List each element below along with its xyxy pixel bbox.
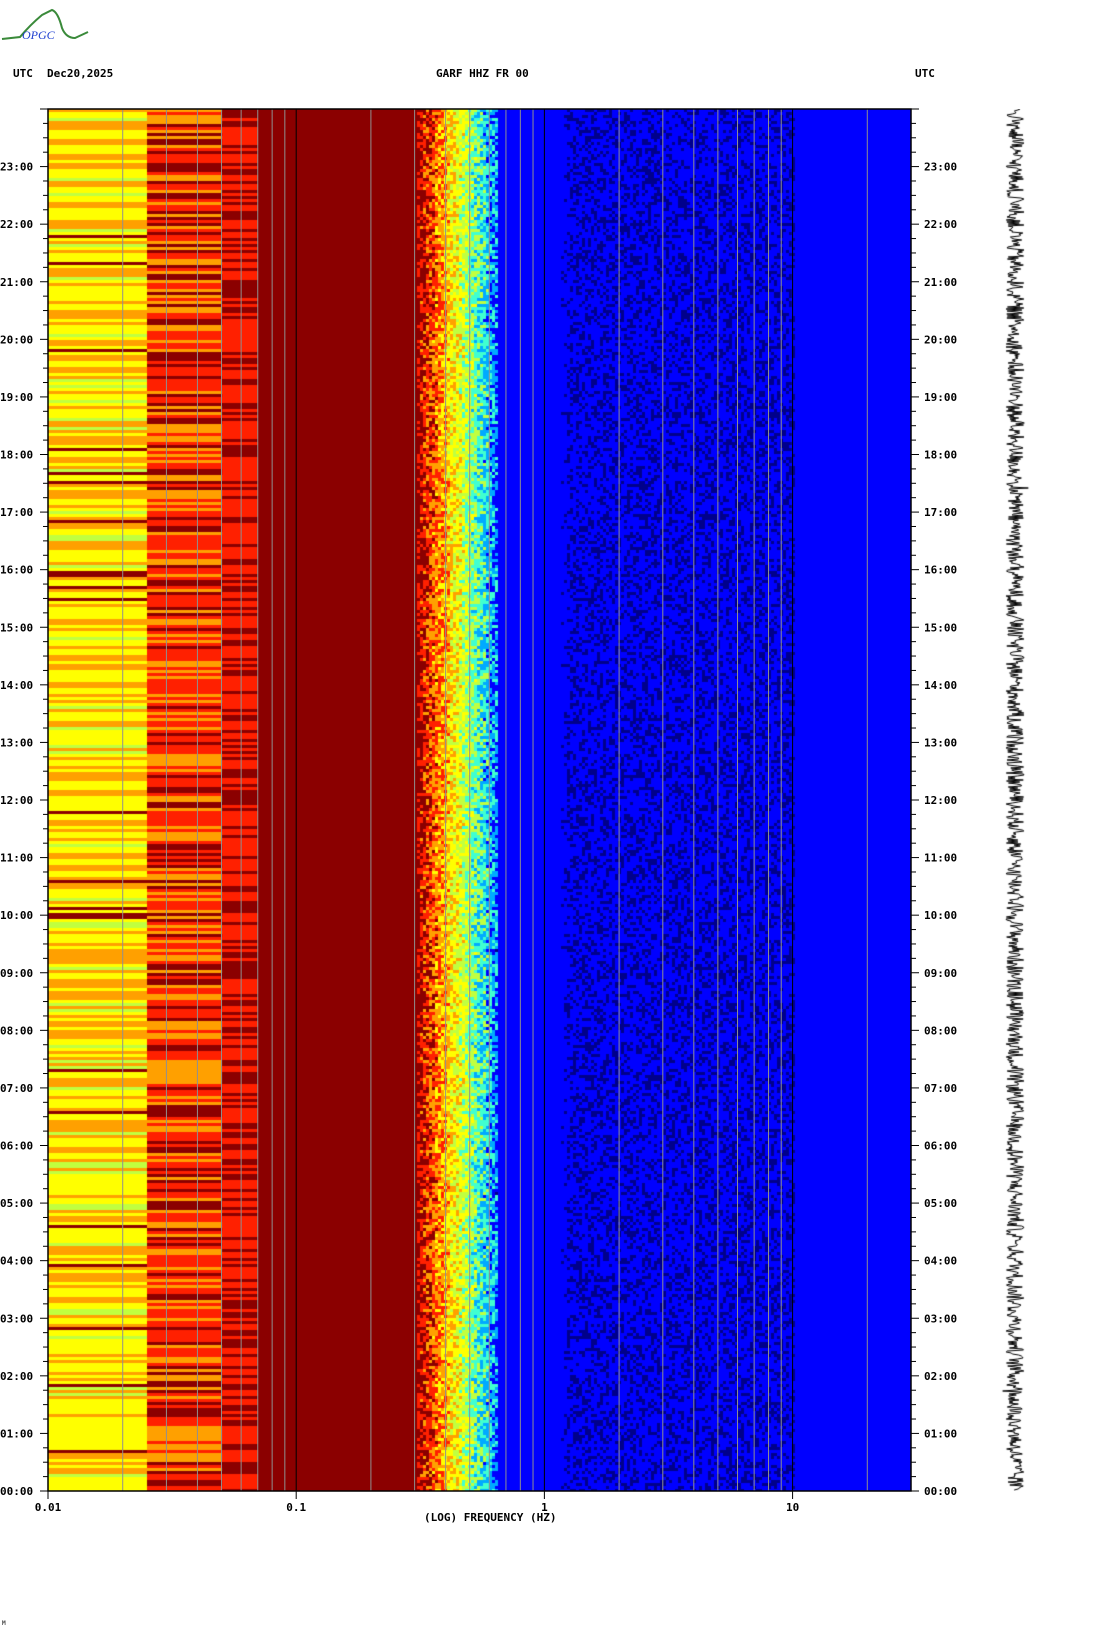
y-tick-label-right: 21:00 bbox=[924, 276, 957, 289]
y-tick-label-right: 08:00 bbox=[924, 1024, 957, 1037]
y-tick-label-left: 00:00 bbox=[0, 1485, 33, 1498]
y-tick-label-right: 11:00 bbox=[924, 852, 957, 865]
y-tick-label-right: 07:00 bbox=[924, 1082, 957, 1095]
y-tick-label-right: 20:00 bbox=[924, 333, 957, 346]
x-tick-label: 0.01 bbox=[35, 1501, 62, 1514]
footer-mark: M bbox=[2, 1620, 6, 1627]
y-tick-label-right: 18:00 bbox=[924, 449, 957, 462]
y-tick-label-right: 14:00 bbox=[924, 679, 957, 692]
y-tick-label-right: 06:00 bbox=[924, 1140, 957, 1153]
y-tick-label-left: 06:00 bbox=[0, 1140, 33, 1153]
y-tick-label-left: 07:00 bbox=[0, 1082, 33, 1095]
y-tick-label-right: 10:00 bbox=[924, 909, 957, 922]
y-tick-label-left: 02:00 bbox=[0, 1370, 33, 1383]
x-tick-label: 10 bbox=[786, 1501, 799, 1514]
y-tick-label-right: 05:00 bbox=[924, 1197, 957, 1210]
y-tick-label-right: 13:00 bbox=[924, 736, 957, 749]
y-tick-label-left: 17:00 bbox=[0, 506, 33, 519]
x-axis-label: (LOG) FREQUENCY (HZ) bbox=[424, 1511, 557, 1524]
y-tick-label-right: 09:00 bbox=[924, 967, 957, 980]
y-tick-label-left: 19:00 bbox=[0, 391, 33, 404]
spectrogram-page: OPGC UTC Dec20,2025 GARF HHZ FR 00 UTC 0… bbox=[0, 0, 1102, 1634]
y-tick-label-left: 22:00 bbox=[0, 218, 33, 231]
y-tick-label-right: 12:00 bbox=[924, 794, 957, 807]
y-tick-label-left: 15:00 bbox=[0, 621, 33, 634]
y-tick-label-left: 14:00 bbox=[0, 679, 33, 692]
y-tick-label-left: 12:00 bbox=[0, 794, 33, 807]
y-tick-label-left: 21:00 bbox=[0, 276, 33, 289]
y-tick-label-left: 03:00 bbox=[0, 1312, 33, 1325]
y-tick-label-right: 00:00 bbox=[924, 1485, 957, 1498]
chart-axes: 00:00 00:00 01:00 01:00 02:00 02:00 03:00 03:00… bbox=[0, 108, 957, 1514]
y-tick-label-left: 11:00 bbox=[0, 852, 33, 865]
y-tick-label-left: 18:00 bbox=[0, 449, 33, 462]
y-tick-label-left: 08:00 bbox=[0, 1024, 33, 1037]
y-tick-label-right: 02:00 bbox=[924, 1370, 957, 1383]
y-tick-label-right: 03:00 bbox=[924, 1312, 957, 1325]
y-tick-label-right: 15:00 bbox=[924, 621, 957, 634]
y-tick-label-left: 10:00 bbox=[0, 909, 33, 922]
y-tick-label-left: 23:00 bbox=[0, 161, 33, 174]
y-tick-label-left: 04:00 bbox=[0, 1255, 33, 1268]
y-tick-label-right: 16:00 bbox=[924, 564, 957, 577]
y-tick-label-left: 05:00 bbox=[0, 1197, 33, 1210]
y-tick-label-left: 20:00 bbox=[0, 333, 33, 346]
x-tick-label: 0.1 bbox=[286, 1501, 306, 1514]
y-tick-label-left: 13:00 bbox=[0, 736, 33, 749]
y-tick-label-left: 16:00 bbox=[0, 564, 33, 577]
y-tick-label-right: 19:00 bbox=[924, 391, 957, 404]
y-tick-label-right: 17:00 bbox=[924, 506, 957, 519]
y-tick-label-right: 22:00 bbox=[924, 218, 957, 231]
y-tick-label-right: 01:00 bbox=[924, 1427, 957, 1440]
y-tick-label-right: 04:00 bbox=[924, 1255, 957, 1268]
y-tick-label-left: 01:00 bbox=[0, 1427, 33, 1440]
y-tick-label-left: 09:00 bbox=[0, 967, 33, 980]
y-tick-label-right: 23:00 bbox=[924, 161, 957, 174]
